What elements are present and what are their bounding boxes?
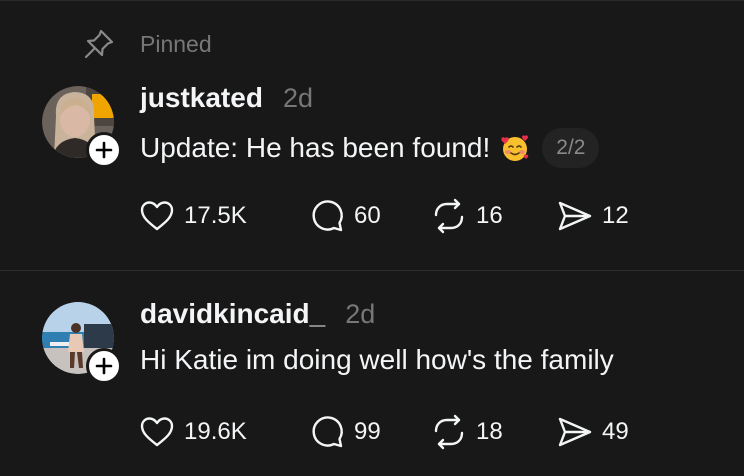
share-button[interactable]: 49 xyxy=(556,412,629,452)
repost-icon xyxy=(434,198,464,234)
follow-badge[interactable] xyxy=(86,132,122,168)
heart-icon xyxy=(140,201,174,231)
post-divider xyxy=(0,270,744,271)
like-count: 19.6K xyxy=(184,418,247,445)
share-button[interactable]: 12 xyxy=(556,196,629,236)
post-actions: 17.5K 60 16 12 xyxy=(138,196,698,236)
timestamp: 2d xyxy=(345,299,376,329)
avatar-container[interactable] xyxy=(42,86,122,168)
pinned-label: Pinned xyxy=(140,30,212,57)
repost-button[interactable]: 18 xyxy=(430,412,503,452)
reply-count: 99 xyxy=(354,418,381,445)
repost-count: 16 xyxy=(476,202,503,229)
like-button[interactable]: 17.5K xyxy=(138,196,247,236)
smiling-face-with-hearts-icon xyxy=(501,135,529,161)
post-header: davidkincaid_ 2d xyxy=(140,298,375,330)
plus-icon xyxy=(95,141,113,159)
follow-badge[interactable] xyxy=(86,348,122,384)
pin-icon xyxy=(84,29,114,59)
comment-icon xyxy=(312,200,343,232)
post-actions: 19.6K 99 18 49 xyxy=(138,412,698,452)
post-text: Update: He has been found! xyxy=(140,132,491,163)
plus-icon xyxy=(95,357,113,375)
post-text: Hi Katie im doing well how's the family xyxy=(140,344,614,375)
post-header: justkated 2d xyxy=(140,82,313,114)
reply-button[interactable]: 60 xyxy=(308,196,381,236)
send-icon xyxy=(558,201,592,231)
repost-button[interactable]: 16 xyxy=(430,196,503,236)
pinned-indicator: Pinned xyxy=(82,26,212,62)
username[interactable]: davidkincaid_ xyxy=(140,298,325,330)
heart-icon xyxy=(140,417,174,447)
repost-count: 18 xyxy=(476,418,503,445)
repost-icon xyxy=(434,414,464,450)
avatar-container[interactable] xyxy=(42,302,122,384)
post-body: Update: He has been found! 2/2 xyxy=(140,128,600,168)
like-button[interactable]: 19.6K xyxy=(138,412,247,452)
share-count: 12 xyxy=(602,202,629,229)
like-count: 17.5K xyxy=(184,202,247,229)
share-count: 49 xyxy=(602,418,629,445)
username[interactable]: justkated xyxy=(140,82,263,114)
post-body: Hi Katie im doing well how's the family xyxy=(140,344,614,376)
reply-count: 60 xyxy=(354,202,381,229)
send-icon xyxy=(558,417,592,447)
timestamp: 2d xyxy=(282,83,313,113)
thread-count-badge: 2/2 xyxy=(542,128,600,168)
reply-button[interactable]: 99 xyxy=(308,412,381,452)
comment-icon xyxy=(312,416,343,448)
top-divider xyxy=(0,0,744,1)
